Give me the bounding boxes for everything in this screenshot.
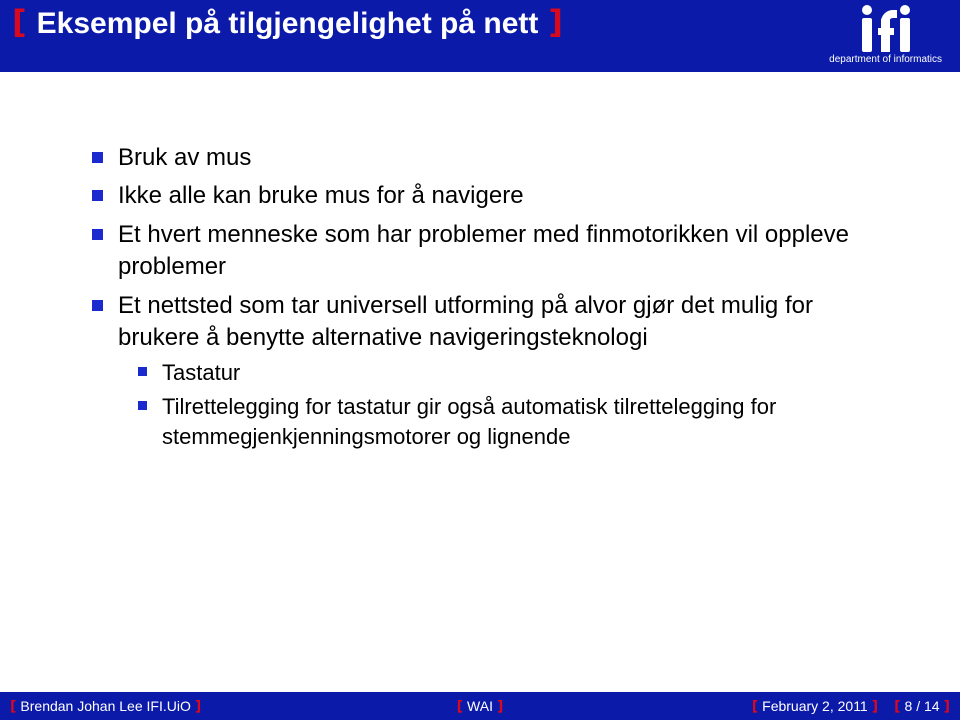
- slide-body: Bruk av mus Ikke alle kan bruke mus for …: [0, 72, 960, 451]
- list-item: Et hvert menneske som har problemer med …: [92, 219, 900, 284]
- bracket-right-icon: ]: [195, 699, 201, 715]
- bullet-text: Et nettsted som tar universell utforming…: [118, 292, 813, 351]
- ifi-logo-text: department of informatics: [829, 54, 942, 65]
- ifi-logo: department of informatics: [829, 4, 942, 65]
- footer-center: [ WAI ]: [457, 698, 504, 715]
- bracket-right-icon: ]: [497, 699, 503, 715]
- list-item: Bruk av mus: [92, 142, 900, 174]
- footer-center-text: WAI: [467, 698, 493, 714]
- bullet-text: Tastatur: [162, 360, 240, 385]
- bracket-left-icon: [: [894, 699, 900, 715]
- list-item: Ikke alle kan bruke mus for å navigere: [92, 180, 900, 212]
- slide-header: [ Eksempel på tilgjengelighet på nett ] …: [0, 0, 960, 72]
- title-bracket-left: [: [12, 6, 27, 38]
- footer-author: [ Brendan Johan Lee IFI.UiO ]: [10, 698, 201, 715]
- bullet-text: Et hvert menneske som har problemer med …: [118, 221, 849, 280]
- list-item: Tilrettelegging for tastatur gir også au…: [138, 392, 900, 451]
- slide-footer: [ Brendan Johan Lee IFI.UiO ] [ WAI ] [ …: [0, 692, 960, 720]
- list-item: Et nettsted som tar universell utforming…: [92, 290, 900, 452]
- bullet-text: Bruk av mus: [118, 144, 251, 171]
- ifi-logo-icon: [862, 4, 910, 52]
- sub-bullet-list: Tastatur Tilrettelegging for tastatur gi…: [138, 358, 900, 451]
- footer-page-text: 8 / 14: [905, 698, 940, 714]
- footer-page: [ 8 / 14 ]: [894, 698, 950, 715]
- bracket-left-icon: [: [457, 699, 463, 715]
- title-bracket-right: ]: [548, 6, 563, 38]
- footer-date-text: February 2, 2011: [762, 698, 868, 714]
- slide-title: [ Eksempel på tilgjengelighet på nett ]: [12, 6, 563, 40]
- footer-author-text: Brendan Johan Lee IFI.UiO: [20, 698, 190, 714]
- list-item: Tastatur: [138, 358, 900, 388]
- bracket-left-icon: [: [752, 699, 758, 715]
- bullet-text: Tilrettelegging for tastatur gir også au…: [162, 394, 776, 449]
- bracket-right-icon: ]: [872, 699, 878, 715]
- footer-date: [ February 2, 2011 ]: [752, 698, 878, 715]
- bracket-left-icon: [: [10, 699, 16, 715]
- bullet-list: Bruk av mus Ikke alle kan bruke mus for …: [92, 142, 900, 451]
- bracket-right-icon: ]: [944, 699, 950, 715]
- title-text: Eksempel på tilgjengelighet på nett: [37, 7, 539, 40]
- bullet-text: Ikke alle kan bruke mus for å navigere: [118, 182, 524, 209]
